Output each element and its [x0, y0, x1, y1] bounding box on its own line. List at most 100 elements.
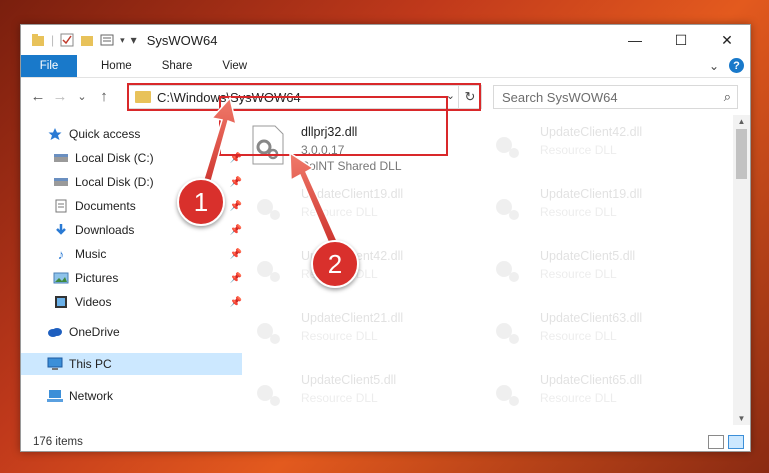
file-description: Resource DLL	[540, 391, 617, 405]
search-icon[interactable]: ⌕	[724, 89, 731, 105]
nav-item-network[interactable]: Network	[21, 385, 242, 407]
customize-icon[interactable]	[100, 33, 114, 47]
drive-icon	[53, 151, 69, 165]
nav-item-label: Downloads	[75, 223, 135, 237]
file-item[interactable]: UpdateClient19.dll Resource DLL	[241, 179, 471, 231]
pictures-icon	[53, 271, 69, 285]
file-description: Resource DLL	[301, 329, 378, 343]
file-item[interactable]: UpdateClient21.dll Resource DLL	[241, 303, 471, 355]
dll-file-icon	[251, 187, 285, 227]
file-description: Resource DLL	[540, 267, 617, 281]
file-item[interactable]: UpdateClient65.dll Resource DLL	[480, 365, 710, 417]
file-name: UpdateClient63.dll	[540, 311, 643, 325]
file-name: UpdateClient65.dll	[540, 373, 643, 387]
window-controls: — ☐ ✕	[612, 25, 750, 55]
nav-item-label: Videos	[75, 295, 112, 309]
nav-item-label: Documents	[75, 199, 136, 213]
video-icon	[53, 295, 69, 309]
item-count: 176 items	[33, 436, 83, 448]
view-switcher	[708, 435, 744, 449]
quick-access-dropdown-icon[interactable]: ▾	[120, 35, 125, 46]
details-view-icon[interactable]	[708, 435, 724, 449]
nav-item-label: Local Disk (D:)	[75, 175, 154, 189]
file-item[interactable]: UpdateClient19.dll Resource DLL	[480, 179, 710, 231]
tab-share[interactable]: Share	[156, 60, 199, 72]
dll-file-icon	[251, 373, 285, 413]
tab-view[interactable]: View	[216, 60, 253, 72]
file-name: UpdateClient19.dll	[301, 187, 404, 201]
help-icon[interactable]: ?	[729, 58, 744, 73]
file-description: Resource DLL	[301, 391, 378, 405]
vertical-scrollbar[interactable]: ▲ ▼	[733, 115, 750, 425]
nav-item-pictures[interactable]: Pictures 📌	[21, 267, 248, 289]
file-name: UpdateClient42.dll	[540, 125, 643, 139]
file-name: UpdateClient5.dll	[540, 249, 636, 263]
nav-item-videos[interactable]: Videos 📌	[21, 291, 248, 313]
file-description: PolNT Shared DLL	[301, 159, 402, 173]
file-list: dllprj32.dll 3.0.0.17 PolNT Shared DLL U…	[226, 117, 731, 422]
file-name: UpdateClient21.dll	[301, 311, 404, 325]
file-description: Resource DLL	[540, 329, 617, 343]
step-badge-2: 2	[311, 240, 359, 288]
folder-icon	[31, 33, 45, 47]
properties-icon[interactable]	[60, 33, 74, 47]
nav-item-label: OneDrive	[69, 325, 120, 339]
nav-item-label: Music	[75, 247, 107, 261]
dll-file-icon	[490, 373, 524, 413]
nav-item-label: Local Disk (C:)	[75, 151, 154, 165]
download-icon	[53, 223, 69, 237]
nav-item-label: Quick access	[69, 127, 141, 141]
drive-icon	[53, 175, 69, 189]
dll-file-icon	[490, 311, 524, 351]
file-name: UpdateClient5.dll	[301, 373, 397, 387]
search-box[interactable]: Search SysWOW64 ⌕	[493, 85, 738, 109]
tab-file[interactable]: File	[21, 55, 77, 77]
recent-locations-button[interactable]: ⌄	[71, 90, 93, 103]
quick-access-toolbar: | ▾ ▾	[31, 33, 137, 47]
close-button[interactable]: ✕	[704, 25, 750, 55]
file-description: Resource DLL	[540, 143, 617, 157]
new-folder-icon[interactable]	[80, 33, 94, 47]
nav-item-label: Pictures	[75, 271, 119, 285]
nav-item-quick-access[interactable]: Quick access	[21, 123, 242, 145]
music-icon: ♪	[57, 246, 65, 262]
pc-icon	[47, 357, 63, 371]
maximize-button[interactable]: ☐	[658, 25, 704, 55]
file-item[interactable]: UpdateClient5.dll Resource DLL	[480, 241, 710, 293]
file-highlight-box	[219, 96, 448, 156]
customize-toolbar-icon[interactable]: ▾	[131, 33, 137, 47]
file-item[interactable]: UpdateClient5.dll Resource DLL	[241, 365, 471, 417]
dll-file-icon	[490, 249, 524, 289]
title-bar: | ▾ ▾ SysWOW64 — ☐ ✕	[21, 25, 750, 55]
scrollbar-thumb[interactable]	[736, 129, 747, 179]
nav-item-music[interactable]: ♪ Music 📌	[21, 243, 248, 265]
file-item[interactable]: UpdateClient42.dll Resource DLL	[480, 117, 710, 169]
documents-icon	[53, 199, 69, 213]
scroll-up-icon[interactable]: ▲	[733, 117, 750, 126]
minimize-button[interactable]: —	[612, 25, 658, 55]
search-placeholder[interactable]: Search SysWOW64	[502, 90, 618, 105]
up-button[interactable]: ↑	[93, 88, 115, 105]
ribbon-right: ⌄ ?	[709, 58, 744, 73]
nav-item-downloads[interactable]: Downloads 📌	[21, 219, 248, 241]
tab-home[interactable]: Home	[95, 60, 138, 72]
file-item[interactable]: UpdateClient63.dll Resource DLL	[480, 303, 710, 355]
step-badge-1: 1	[177, 178, 225, 226]
file-description: Resource DLL	[301, 205, 378, 219]
file-name: UpdateClient19.dll	[540, 187, 643, 201]
window-title: SysWOW64	[146, 32, 218, 48]
scroll-down-icon[interactable]: ▼	[733, 414, 750, 423]
large-icons-view-icon[interactable]	[728, 435, 744, 449]
expand-ribbon-icon[interactable]: ⌄	[709, 59, 719, 73]
navigation-pane: Quick access Local Disk (C:) 📌 Local Dis…	[21, 115, 242, 425]
nav-item-this-pc[interactable]: This PC	[21, 353, 242, 375]
separator: |	[51, 33, 55, 47]
dll-file-icon	[490, 125, 524, 165]
nav-item-local-disk-c[interactable]: Local Disk (C:) 📌	[21, 147, 248, 169]
back-button[interactable]: ←	[27, 88, 49, 105]
nav-item-onedrive[interactable]: OneDrive	[21, 321, 242, 343]
forward-button[interactable]: →	[49, 88, 71, 105]
network-icon	[47, 389, 63, 403]
dll-file-icon	[251, 249, 285, 289]
file-description: Resource DLL	[540, 205, 617, 219]
